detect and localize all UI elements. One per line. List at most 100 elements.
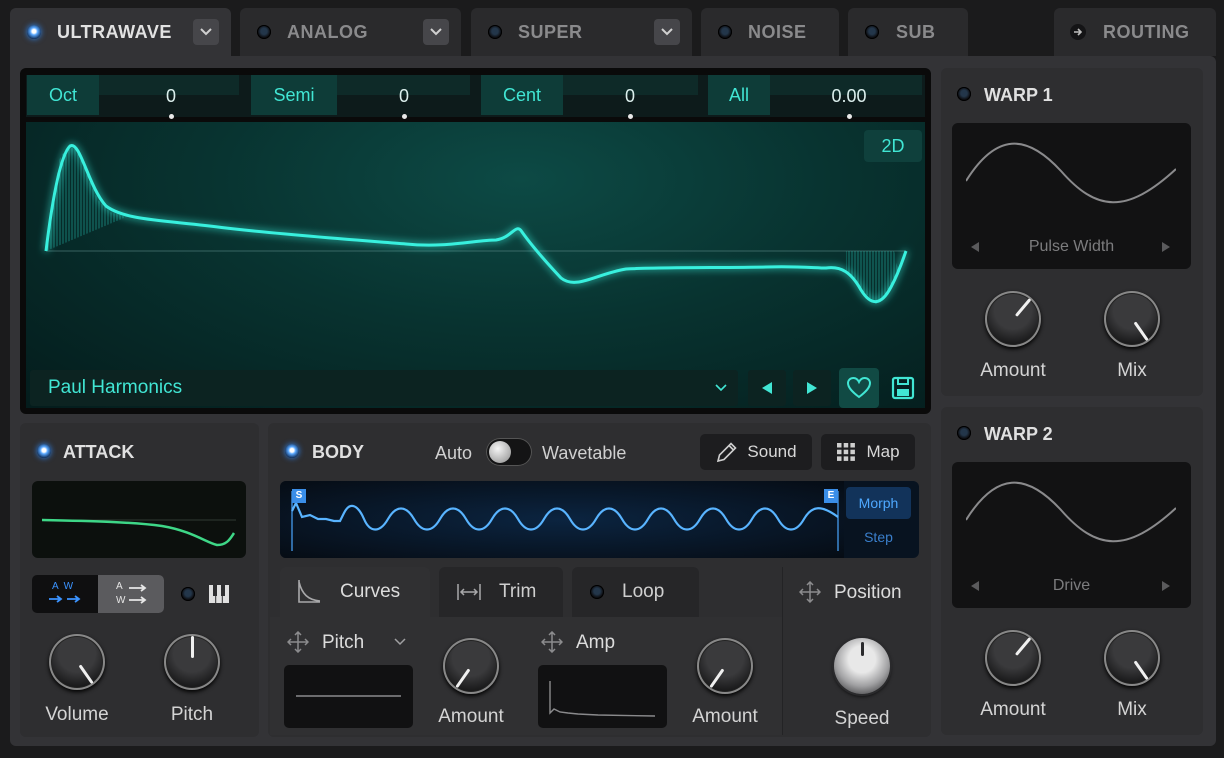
favorite-button[interactable]	[839, 368, 879, 408]
warp1-amount-knob[interactable]	[985, 291, 1041, 347]
sound-label: Sound	[747, 442, 797, 461]
heart-icon	[847, 377, 871, 399]
attack-pitch-label: Pitch	[170, 704, 214, 725]
tab-analog[interactable]: ANALOG	[240, 8, 461, 56]
warp2-mix-knob[interactable]	[1104, 630, 1160, 686]
tab-label: ULTRAWAVE	[57, 22, 172, 42]
body-mode-switch[interactable]	[486, 438, 532, 466]
warp1-mode: Pulse Width	[1028, 238, 1115, 255]
tab-super[interactable]: SUPER	[471, 8, 692, 56]
warp1-title: WARP 1	[984, 85, 1053, 105]
warp2-amount-knob[interactable]	[985, 630, 1041, 686]
tab-noise[interactable]: NOISE	[701, 8, 839, 56]
attack-keytrack-led[interactable]	[181, 587, 195, 601]
chevron-down-icon[interactable]	[394, 638, 406, 646]
amp-curve-display	[538, 665, 667, 728]
position-label: Position	[834, 582, 902, 603]
oct-button[interactable]: Oct	[27, 75, 99, 115]
speed-knob[interactable]	[834, 638, 890, 694]
piano-keys-icon[interactable]	[208, 584, 230, 604]
attack-mode-aw-together[interactable]: A W	[32, 575, 98, 613]
attack-mode-toggle[interactable]: A W A W	[32, 575, 164, 613]
tab-sub[interactable]: SUB	[848, 8, 968, 56]
triangle-right-icon[interactable]	[1161, 580, 1171, 592]
attack-volume-knob[interactable]	[49, 634, 105, 690]
chevron-down-icon	[715, 384, 727, 392]
noise-power-led[interactable]	[718, 25, 732, 39]
mode-left-text: A W	[52, 581, 74, 592]
attack-title: ATTACK	[63, 442, 135, 462]
warp2-title: WARP 2	[984, 424, 1053, 444]
attack-pitch-knob[interactable]	[164, 634, 220, 690]
super-dropdown-button[interactable]	[654, 19, 680, 45]
body-waveform	[291, 491, 839, 551]
warp1-power-led[interactable]	[957, 87, 971, 101]
semi-button[interactable]: Semi	[251, 75, 337, 115]
analog-power-led[interactable]	[257, 25, 271, 39]
preset-selector[interactable]: Paul Harmonics	[30, 370, 738, 406]
map-button[interactable]: Map	[821, 434, 915, 470]
oct-value: 0	[165, 86, 176, 106]
pitch-curve-display	[284, 665, 413, 728]
move-icon[interactable]	[799, 581, 821, 603]
next-preset-button[interactable]	[793, 370, 831, 406]
warp1-curve	[966, 142, 1176, 204]
all-button[interactable]: All	[708, 75, 770, 115]
chevron-down-icon	[200, 28, 212, 36]
triangle-left-icon	[762, 382, 772, 394]
tab-curves[interactable]: Curves	[280, 567, 430, 617]
preset-name: Paul Harmonics	[48, 377, 183, 398]
attack-power-led[interactable]	[37, 444, 51, 458]
body-title: BODY	[312, 442, 365, 462]
trim-icon	[457, 584, 481, 600]
curve-icon	[298, 580, 321, 603]
arrows-right-icon	[49, 595, 81, 603]
sound-button[interactable]: Sound	[700, 434, 812, 470]
tab-routing[interactable]: ROUTING	[1054, 8, 1216, 56]
loop-power-led[interactable]	[590, 585, 604, 599]
cent-button[interactable]: Cent	[481, 75, 563, 115]
map-label: Map	[866, 442, 900, 461]
body-power-led[interactable]	[285, 444, 299, 458]
ultrawave-power-led[interactable]	[27, 25, 41, 39]
tab-trim-label: Trim	[499, 581, 537, 602]
move-icon[interactable]	[541, 631, 563, 653]
grid-icon	[837, 443, 856, 461]
warp1-display: Pulse Width	[952, 123, 1191, 269]
tab-loop[interactable]: Loop	[572, 567, 699, 617]
warp2-power-led[interactable]	[957, 426, 971, 440]
switch-thumb	[489, 441, 511, 463]
warp2-amount-label: Amount	[980, 699, 1046, 720]
triangle-right-icon[interactable]	[1161, 241, 1171, 253]
pitch-amount-knob[interactable]	[443, 638, 499, 694]
morph-button[interactable]: Morph	[846, 487, 911, 519]
chevron-down-icon	[661, 28, 673, 36]
ultrawave-dropdown-button[interactable]	[193, 19, 219, 45]
step-button[interactable]: Step	[846, 522, 911, 552]
end-marker[interactable]: E	[824, 489, 838, 503]
save-icon[interactable]	[891, 376, 915, 400]
amp-amount-label: Amount	[692, 706, 758, 727]
position-area	[782, 567, 783, 735]
speed-knob-indicator	[860, 642, 864, 656]
chevron-down-icon	[430, 28, 442, 36]
previous-preset-button[interactable]	[748, 370, 786, 406]
warp1-mix-knob[interactable]	[1104, 291, 1160, 347]
start-marker[interactable]: S	[292, 489, 306, 503]
attack-mode-aw-stacked[interactable]: A W	[98, 575, 164, 613]
cent-value: 0	[624, 86, 635, 106]
move-icon[interactable]	[287, 631, 309, 653]
body-wavetable-label: Wavetable	[542, 443, 627, 463]
analog-dropdown-button[interactable]	[423, 19, 449, 45]
tab-ultrawave[interactable]: ULTRAWAVE	[10, 8, 231, 56]
attack-envelope-curve	[41, 518, 236, 547]
warp2-mode: Drive	[1052, 577, 1091, 594]
super-power-led[interactable]	[488, 25, 502, 39]
attack-envelope-display	[32, 481, 246, 558]
tab-trim[interactable]: Trim	[439, 567, 563, 617]
sub-power-led[interactable]	[865, 25, 879, 39]
body-auto-label: Auto	[435, 443, 473, 463]
mode-right-bottom: W	[116, 595, 126, 606]
amp-amount-knob[interactable]	[697, 638, 753, 694]
semi-indicator	[402, 114, 407, 119]
